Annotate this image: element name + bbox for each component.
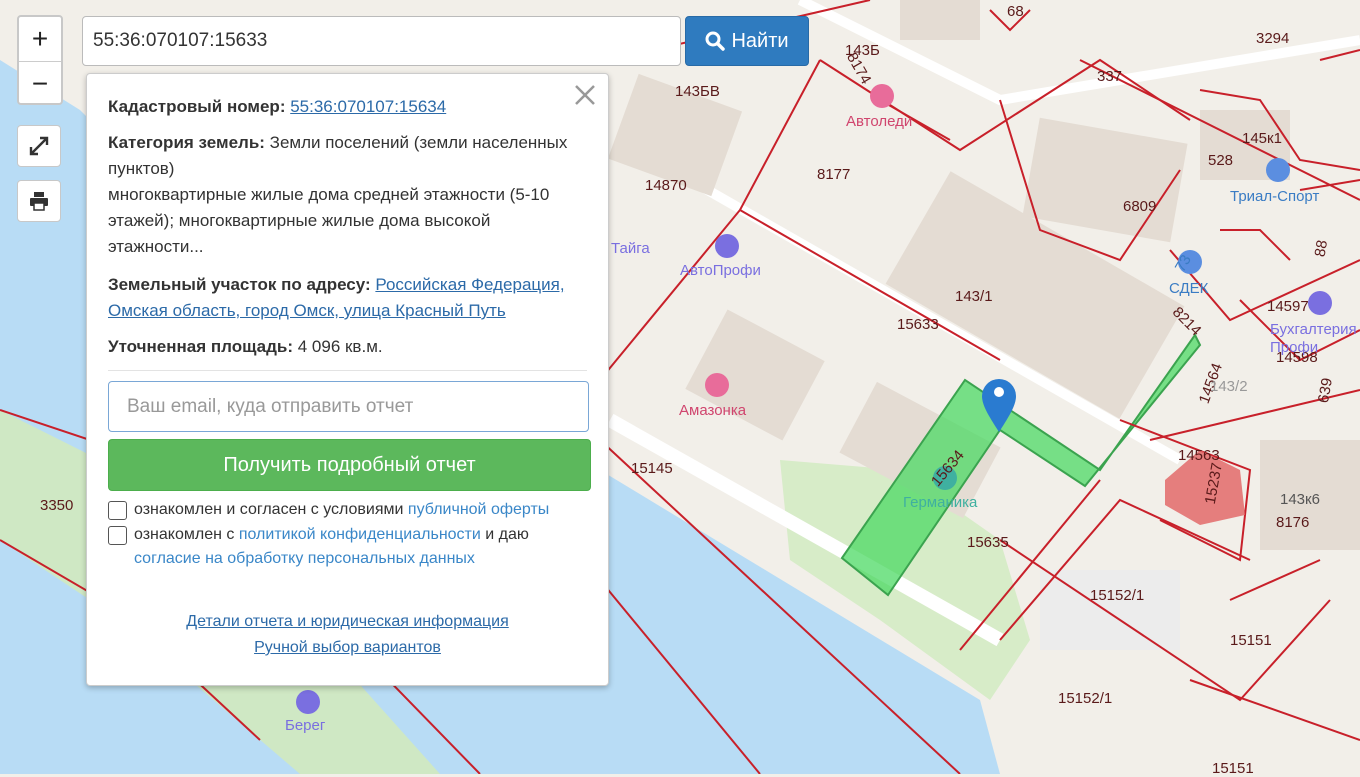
usage-text: многоквартирные жилые дома средней этажн…: [108, 185, 550, 256]
cadastral-label: Кадастровый номер:: [108, 97, 286, 116]
poi-icon: [705, 373, 729, 397]
search-button[interactable]: Найти: [685, 16, 809, 66]
parcel-label: 88: [1311, 238, 1332, 259]
manual-selection-link[interactable]: Ручной выбор вариантов: [108, 635, 587, 661]
poi-label: Бухгалтерия Профи: [1270, 321, 1357, 356]
printer-icon: [30, 192, 48, 211]
consent-row-offer: ознакомлен и согласен с условиями публич…: [108, 498, 587, 522]
area-label: Уточненная площадь:: [108, 337, 293, 356]
offer-link[interactable]: публичной оферты: [408, 501, 549, 518]
privacy-policy-link[interactable]: политикой конфиденциальности: [239, 526, 481, 543]
parcel-label: 143/2: [1210, 378, 1248, 395]
parcel-label: 68: [1007, 3, 1024, 20]
category-label: Категория земель:: [108, 133, 265, 152]
parcel-info-popup: Кадастровый номер: 55:36:070107:15634 Ка…: [86, 73, 609, 686]
parcel-label: 143БВ: [675, 83, 720, 100]
search-button-label: Найти: [731, 29, 789, 52]
divider: [108, 370, 587, 371]
poi-label: Амазонка: [679, 402, 747, 419]
building: [1040, 570, 1180, 650]
email-input[interactable]: [108, 381, 589, 432]
parcel-label: 15145: [631, 460, 673, 477]
parcel-label: 15151: [1212, 760, 1254, 777]
parcel-label: 3350: [40, 497, 74, 514]
poi-icon: [1308, 291, 1332, 315]
zoom-control: + −: [17, 15, 63, 105]
parcel-label: 143к6: [1280, 491, 1320, 508]
offer-checkbox[interactable]: [108, 501, 127, 520]
parcel-label: 8177: [817, 166, 851, 183]
poi-label: Тайга: [611, 240, 650, 257]
category-row: Категория земель: Земли поселений (земли…: [108, 130, 587, 260]
poi-icon: [296, 690, 320, 714]
fullscreen-button[interactable]: [17, 125, 61, 167]
parcel-label: 15633: [897, 316, 939, 333]
parcel-label: 337: [1097, 68, 1123, 85]
popup-footer-links: Детали отчета и юридическая информация Р…: [108, 609, 587, 661]
poi-label: Германика: [903, 494, 978, 511]
poi-icon: [870, 84, 894, 108]
parcel-label: 528: [1208, 152, 1234, 169]
address-label: Земельный участок по адресу:: [108, 275, 371, 294]
parcel-label: 14870: [645, 177, 687, 194]
poi-icon: [1266, 158, 1290, 182]
address-row: Земельный участок по адресу: Российская …: [108, 272, 587, 324]
building: [900, 0, 980, 40]
cadastral-number-row: Кадастровый номер: 55:36:070107:15634: [108, 94, 587, 120]
zoom-in-button[interactable]: +: [19, 17, 61, 61]
parcel-label: 15151: [1230, 632, 1272, 649]
poi-label: Триал-Спорт: [1230, 188, 1320, 205]
parcel-label: 143/1: [955, 288, 993, 305]
zoom-out-button[interactable]: −: [19, 61, 61, 106]
poi-label: АвтоПрофи: [680, 262, 761, 279]
consent-text: ознакомлен с политикой конфиденциальност…: [134, 526, 529, 567]
parcel-label: 15152/1: [1090, 587, 1145, 604]
parcel-label: 145к1: [1242, 130, 1282, 147]
search-input[interactable]: [82, 16, 681, 66]
search-icon: [705, 31, 726, 51]
parcel-label: 15635: [967, 534, 1009, 551]
poi-label: СДЕК: [1169, 280, 1209, 297]
parcel-label: 6809: [1123, 198, 1157, 215]
area-value: 4 096 кв.м.: [297, 337, 383, 356]
poi-icon: [715, 234, 739, 258]
poi-label: Автоледи: [846, 113, 913, 130]
parcel-label: 8176: [1276, 514, 1310, 531]
print-button[interactable]: [17, 180, 61, 222]
consent-text: ознакомлен и согласен с условиями публич…: [134, 501, 550, 518]
report-details-link[interactable]: Детали отчета и юридическая информация: [108, 609, 587, 635]
parcel-label: 14597: [1267, 298, 1309, 315]
area-row: Уточненная площадь: 4 096 кв.м.: [108, 334, 587, 360]
expand-icon: [29, 136, 49, 156]
consent-row-privacy: ознакомлен с политикой конфиденциальност…: [108, 523, 587, 571]
personal-data-consent-link[interactable]: согласие на обработку персональных данны…: [134, 550, 475, 567]
cadastral-link[interactable]: 55:36:070107:15634: [290, 97, 446, 116]
parcel-label: 15152/1: [1058, 690, 1113, 707]
poi-label: Берег: [285, 717, 326, 734]
privacy-checkbox[interactable]: [108, 526, 127, 545]
parcel-label: 3294: [1256, 30, 1290, 47]
get-report-button[interactable]: Получить подробный отчет: [108, 439, 591, 491]
close-icon[interactable]: [572, 82, 598, 108]
